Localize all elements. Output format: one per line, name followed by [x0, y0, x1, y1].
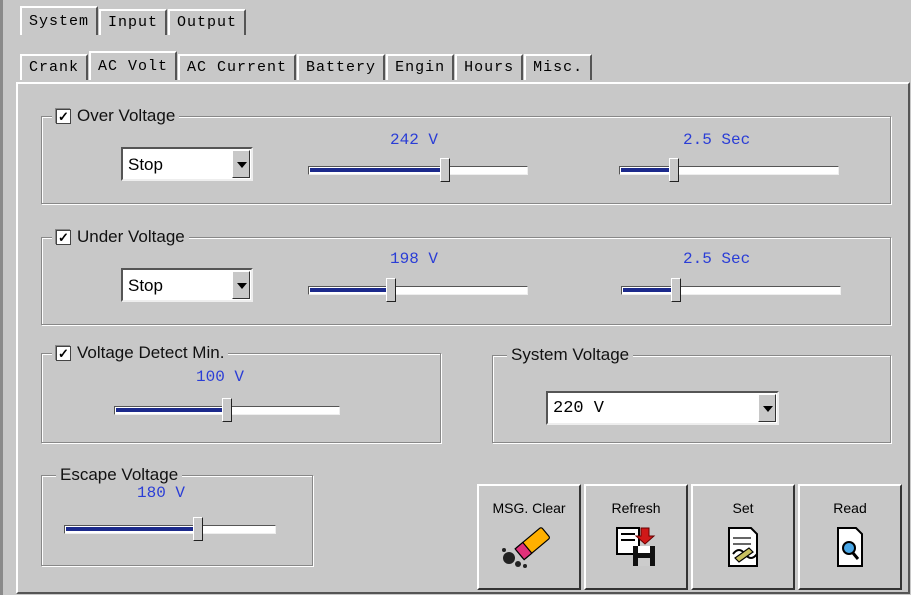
under-voltage-checkbox[interactable]: ✓ [56, 229, 71, 245]
msg-clear-button[interactable]: MSG. Clear [477, 484, 581, 590]
under-voltage-slider[interactable] [308, 278, 528, 302]
tab-hours[interactable]: Hours [455, 54, 524, 80]
over-voltage-checkbox[interactable]: ✓ [56, 108, 71, 124]
slider-thumb[interactable] [669, 158, 679, 182]
system-voltage-select[interactable]: 220 V [546, 391, 779, 425]
chevron-down-icon[interactable] [232, 271, 250, 299]
system-voltage-value: 220 V [553, 399, 605, 418]
detect-min-label: Voltage Detect Min. [77, 343, 225, 362]
tab-output[interactable]: Output [168, 9, 247, 35]
refresh-button[interactable]: Refresh [584, 484, 688, 590]
under-voltage-value: 198 V [390, 250, 439, 268]
detect-min-value: 100 V [196, 368, 245, 386]
over-voltage-value: 242 V [390, 131, 439, 149]
over-voltage-group: ✓ Over Voltage Stop 242 V 2.5 Sec [41, 106, 891, 204]
tab-engin[interactable]: Engin [386, 54, 455, 80]
over-voltage-action-value: Stop [128, 155, 163, 174]
read-label: Read [833, 500, 867, 516]
chevron-down-icon[interactable] [758, 394, 776, 422]
under-voltage-label: Under Voltage [77, 227, 185, 246]
over-voltage-slider[interactable] [308, 158, 528, 182]
detect-min-checkbox[interactable]: ✓ [56, 345, 71, 361]
under-voltage-delay: 2.5 Sec [683, 250, 751, 268]
detect-min-slider[interactable] [114, 398, 340, 422]
system-voltage-label: System Voltage [511, 345, 630, 364]
eraser-icon [502, 527, 550, 568]
system-voltage-group: System Voltage 220 V [492, 345, 891, 443]
over-voltage-legend: ✓ Over Voltage [52, 106, 180, 126]
slider-thumb[interactable] [193, 517, 203, 541]
detect-min-legend: ✓ Voltage Detect Min. [52, 343, 229, 363]
tab-ac-current[interactable]: AC Current [178, 54, 297, 80]
over-voltage-delay-slider[interactable] [619, 158, 839, 182]
system-voltage-legend: System Voltage [507, 345, 634, 365]
document-edit-icon [728, 527, 758, 567]
refresh-icon [616, 527, 656, 566]
escape-voltage-legend: Escape Voltage [56, 465, 183, 485]
read-button[interactable]: Read [798, 484, 902, 590]
top-tab-row: System Input Output [20, 6, 247, 35]
under-voltage-delay-slider[interactable] [621, 278, 841, 302]
tab-input[interactable]: Input [99, 9, 168, 35]
escape-voltage-slider[interactable] [64, 517, 276, 541]
window-left-border [0, 0, 3, 595]
over-voltage-action-select[interactable]: Stop [121, 147, 253, 181]
refresh-label: Refresh [611, 500, 661, 516]
over-voltage-label: Over Voltage [77, 106, 176, 125]
under-voltage-group: ✓ Under Voltage Stop 198 V 2.5 Sec [41, 227, 891, 325]
tab-battery[interactable]: Battery [297, 54, 386, 80]
set-label: Set [732, 500, 754, 516]
tab-ac-volt[interactable]: AC Volt [89, 51, 178, 80]
slider-thumb[interactable] [440, 158, 450, 182]
detect-min-group: ✓ Voltage Detect Min. 100 V [41, 343, 441, 443]
escape-voltage-label: Escape Voltage [60, 465, 179, 484]
slider-thumb[interactable] [671, 278, 681, 302]
sub-tab-row: Crank AC Volt AC Current Battery Engin H… [20, 51, 593, 80]
under-voltage-action-value: Stop [128, 276, 163, 295]
tab-misc[interactable]: Misc. [524, 54, 593, 80]
set-button[interactable]: Set [691, 484, 795, 590]
settings-window: System Input Output Crank AC Volt AC Cur… [0, 0, 911, 595]
under-voltage-legend: ✓ Under Voltage [52, 227, 189, 247]
escape-voltage-group: Escape Voltage 180 V [41, 465, 313, 566]
document-search-icon [837, 527, 863, 567]
tab-crank[interactable]: Crank [20, 54, 89, 80]
escape-voltage-value: 180 V [137, 484, 186, 502]
slider-thumb[interactable] [386, 278, 396, 302]
chevron-down-icon[interactable] [232, 150, 250, 178]
slider-thumb[interactable] [222, 398, 232, 422]
tab-system[interactable]: System [20, 6, 99, 35]
under-voltage-action-select[interactable]: Stop [121, 268, 253, 302]
msg-clear-label: MSG. Clear [492, 500, 566, 516]
over-voltage-delay: 2.5 Sec [683, 131, 751, 149]
